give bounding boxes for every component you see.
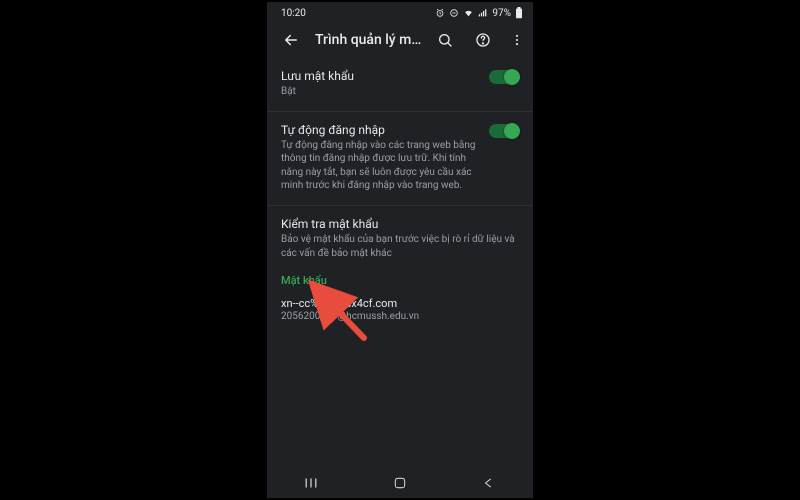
status-time: 10:20 — [281, 8, 306, 19]
check-passwords-subtitle: Bảo vệ mật khẩu của bạn trước việc bị rò… — [281, 233, 519, 260]
setting-auto-signin[interactable]: Tự động đăng nhập Tự động đăng nhập vào … — [281, 116, 519, 203]
divider — [267, 205, 533, 206]
status-right: 97% — [435, 7, 523, 19]
page-title: Trình quản lý m… — [315, 32, 421, 48]
divider — [267, 111, 533, 112]
content: Lưu mật khẩu Bật Tự động đăng nhập Tự độ… — [267, 58, 533, 326]
save-passwords-toggle[interactable] — [489, 70, 519, 84]
saved-account: 2056200133@hcmussh.edu.vn — [281, 311, 519, 322]
saved-password-entry[interactable]: xn--cc%20cc-8x4cf.com 2056200133@hcmussh… — [281, 293, 519, 326]
stage: 10:20 97% — [0, 0, 800, 500]
nav-home[interactable] — [380, 476, 420, 490]
search-button[interactable] — [431, 26, 459, 54]
phone-screen: 10:20 97% — [267, 2, 533, 498]
setting-save-passwords[interactable]: Lưu mật khẩu Bật — [281, 62, 519, 109]
save-passwords-subtitle: Bật — [281, 85, 479, 99]
more-vert-icon — [510, 33, 524, 47]
save-passwords-title: Lưu mật khẩu — [281, 68, 479, 84]
arrow-left-icon — [282, 31, 300, 49]
app-bar: Trình quản lý m… — [267, 22, 533, 58]
help-button[interactable] — [469, 26, 497, 54]
nav-recents[interactable] — [291, 476, 331, 490]
back-icon — [482, 476, 496, 490]
help-icon — [475, 32, 491, 48]
nav-back[interactable] — [469, 476, 509, 490]
recents-icon — [303, 476, 319, 490]
auto-signin-toggle[interactable] — [489, 124, 519, 138]
status-bar: 10:20 97% — [267, 2, 533, 22]
wifi-icon — [463, 8, 474, 18]
search-icon — [437, 32, 453, 48]
do-not-disturb-icon — [449, 8, 459, 18]
check-passwords-title: Kiểm tra mật khẩu — [281, 216, 519, 232]
android-nav-bar — [267, 468, 533, 498]
saved-site: xn--cc%20cc-8x4cf.com — [281, 297, 519, 310]
setting-check-passwords[interactable]: Kiểm tra mật khẩu Bảo vệ mật khẩu của bạ… — [281, 210, 519, 266]
back-button[interactable] — [277, 26, 305, 54]
alarm-icon — [435, 8, 445, 18]
battery-icon — [515, 7, 523, 19]
passwords-section-header: Mật khẩu — [281, 266, 519, 293]
home-icon — [393, 476, 407, 490]
overflow-button[interactable] — [507, 26, 527, 54]
auto-signin-subtitle: Tự động đăng nhập vào các trang web bằng… — [281, 139, 479, 193]
signal-icon — [478, 8, 488, 18]
auto-signin-title: Tự động đăng nhập — [281, 122, 479, 138]
battery-text: 97% — [492, 8, 511, 19]
